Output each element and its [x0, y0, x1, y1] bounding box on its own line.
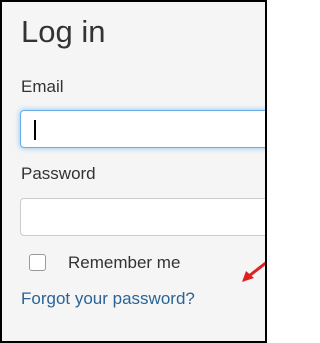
email-label: Email — [21, 77, 64, 96]
password-label: Password — [21, 164, 96, 183]
email-field[interactable] — [20, 110, 265, 148]
login-panel: Log in Email Password Remember me Forgot… — [2, 2, 265, 341]
password-field[interactable] — [20, 198, 265, 236]
remember-me-label: Remember me — [68, 253, 181, 272]
forgot-password-link[interactable]: Forgot your password? — [21, 288, 195, 310]
remember-me-checkbox[interactable] — [29, 254, 46, 271]
page-title: Log in — [21, 14, 106, 49]
annotation-arrow-icon — [242, 261, 265, 282]
screenshot-frame: Log in Email Password Remember me Forgot… — [0, 0, 267, 343]
text-cursor — [34, 120, 36, 140]
